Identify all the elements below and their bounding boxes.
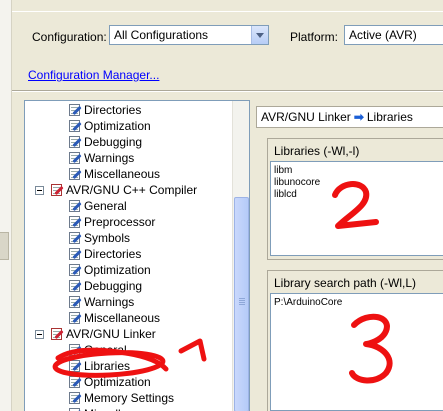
library-item[interactable]: libm xyxy=(274,165,443,177)
property-page-icon xyxy=(68,231,82,245)
tree-node[interactable]: AVR/GNU C++ Compiler xyxy=(35,182,197,198)
tree-item[interactable]: Miscellaneous xyxy=(68,166,160,182)
property-tree[interactable]: Directories Optimization Debugging Warnings… xyxy=(24,100,250,411)
libraries-title: Libraries (-Wl,-l) xyxy=(274,144,360,158)
property-page-icon xyxy=(68,295,82,309)
tree-item[interactable]: Miscellaneous xyxy=(68,310,160,326)
tree-item-label: Warnings xyxy=(84,151,135,165)
property-page-icon xyxy=(68,343,82,357)
tree-item-label: AVR/GNU Linker xyxy=(66,327,156,341)
tree-item[interactable]: Symbols xyxy=(68,230,130,246)
property-page-icon xyxy=(68,407,82,411)
tree-item-label: Directories xyxy=(84,247,142,261)
configuration-label: Configuration: xyxy=(32,30,107,44)
property-page-icon xyxy=(68,199,82,213)
tree-item[interactable]: Warnings xyxy=(68,150,134,166)
platform-value: Active (AVR) xyxy=(349,28,417,42)
property-page-icon xyxy=(68,375,82,389)
library-item[interactable]: libunocore xyxy=(274,177,443,189)
property-page-icon xyxy=(68,151,82,165)
tree-item[interactable]: Debugging xyxy=(68,278,142,294)
tree-item[interactable]: General xyxy=(68,342,127,358)
tool-settings-icon xyxy=(50,327,64,341)
tree-item-label: Libraries xyxy=(84,359,131,373)
tree-item-label: Directories xyxy=(84,103,142,117)
property-page-icon xyxy=(68,359,82,373)
tree-item-label: AVR/GNU C++ Compiler xyxy=(66,183,198,197)
tree-item[interactable]: Directories xyxy=(68,102,141,118)
tree-item[interactable]: Optimization xyxy=(68,118,151,134)
tree-item-label: Miscellaneous xyxy=(84,167,161,181)
collapse-toggle-icon[interactable] xyxy=(35,185,44,195)
libraries-list[interactable]: libm libunocore liblcd xyxy=(270,161,443,256)
tree-item-label: General xyxy=(84,343,127,357)
library-search-path-group: Library search path (-Wl,L) P:\ArduinoCo… xyxy=(267,270,443,411)
tree-item-label: Symbols xyxy=(84,231,131,245)
tree-item[interactable]: Debugging xyxy=(68,134,142,150)
breadcrumb-parent: AVR/GNU Linker xyxy=(261,110,351,124)
tree-item-label: Preprocessor xyxy=(84,215,156,229)
left-edge-notch xyxy=(0,232,9,260)
separator xyxy=(12,90,443,92)
configuration-manager-link[interactable]: Configuration Manager... xyxy=(28,68,159,82)
tree-item[interactable]: Directories xyxy=(68,246,141,262)
property-page-icon xyxy=(68,119,82,133)
tree-item[interactable]: General xyxy=(68,198,127,214)
top-divider xyxy=(12,11,443,12)
tree-item[interactable]: Preprocessor xyxy=(68,214,155,230)
property-page-icon xyxy=(68,263,82,277)
tree-item-label: Miscellaneous xyxy=(84,406,160,411)
tree-item[interactable]: Libraries xyxy=(68,358,130,374)
configuration-select[interactable]: All Configurations xyxy=(109,25,269,45)
library-search-path-title: Library search path (-Wl,L) xyxy=(274,276,417,290)
tree-scroll-thumb[interactable] xyxy=(234,197,249,411)
tree-node[interactable]: AVR/GNU Linker xyxy=(35,326,156,342)
property-page-icon xyxy=(68,215,82,229)
tree-vertical-scrollbar[interactable] xyxy=(232,101,249,411)
property-page-icon xyxy=(68,103,82,117)
platform-label: Platform: xyxy=(290,30,339,44)
breadcrumb-current: Libraries xyxy=(366,110,413,124)
tree-item-label: Debugging xyxy=(84,135,143,149)
tree-item-label: Miscellaneous xyxy=(84,311,161,325)
configuration-value: All Configurations xyxy=(114,28,209,42)
property-page-icon xyxy=(68,247,82,261)
tree-item[interactable]: Memory Settings xyxy=(68,390,174,406)
left-edge-strip xyxy=(0,0,12,411)
tree-item-label: Debugging xyxy=(84,279,143,293)
tree-item[interactable]: Optimization xyxy=(68,262,151,278)
configuration-dropdown-arrow-icon[interactable] xyxy=(251,26,268,44)
tree-item-label: General xyxy=(84,199,127,213)
tool-settings-icon xyxy=(50,183,64,197)
search-path-item[interactable]: P:\ArduinoCore xyxy=(274,297,443,309)
property-page-icon xyxy=(68,391,82,405)
tree-item-label: Optimization xyxy=(84,263,151,277)
breadcrumb: AVR/GNU Linker ➡ Libraries xyxy=(256,106,443,128)
property-page-icon xyxy=(68,279,82,293)
collapse-toggle-icon[interactable] xyxy=(35,329,44,339)
tree-item-label: Memory Settings xyxy=(84,391,175,405)
tree-item-label: Warnings xyxy=(84,295,135,309)
tree-item-label: Optimization xyxy=(84,119,151,133)
library-item[interactable]: liblcd xyxy=(274,189,443,201)
property-page-icon xyxy=(68,135,82,149)
platform-select[interactable]: Active (AVR) xyxy=(344,25,443,45)
library-search-path-list[interactable]: P:\ArduinoCore xyxy=(270,293,443,411)
tree-item[interactable]: Warnings xyxy=(68,294,134,310)
tree-item-label: Optimization xyxy=(84,375,151,389)
property-page-icon xyxy=(68,167,82,181)
libraries-group: Libraries (-Wl,-l) libm libunocore liblc… xyxy=(267,138,443,260)
breadcrumb-arrow-icon: ➡ xyxy=(353,110,364,124)
tree-item[interactable]: Miscellaneous xyxy=(68,406,160,411)
tree-item[interactable]: Optimization xyxy=(68,374,151,390)
property-page-icon xyxy=(68,311,82,325)
